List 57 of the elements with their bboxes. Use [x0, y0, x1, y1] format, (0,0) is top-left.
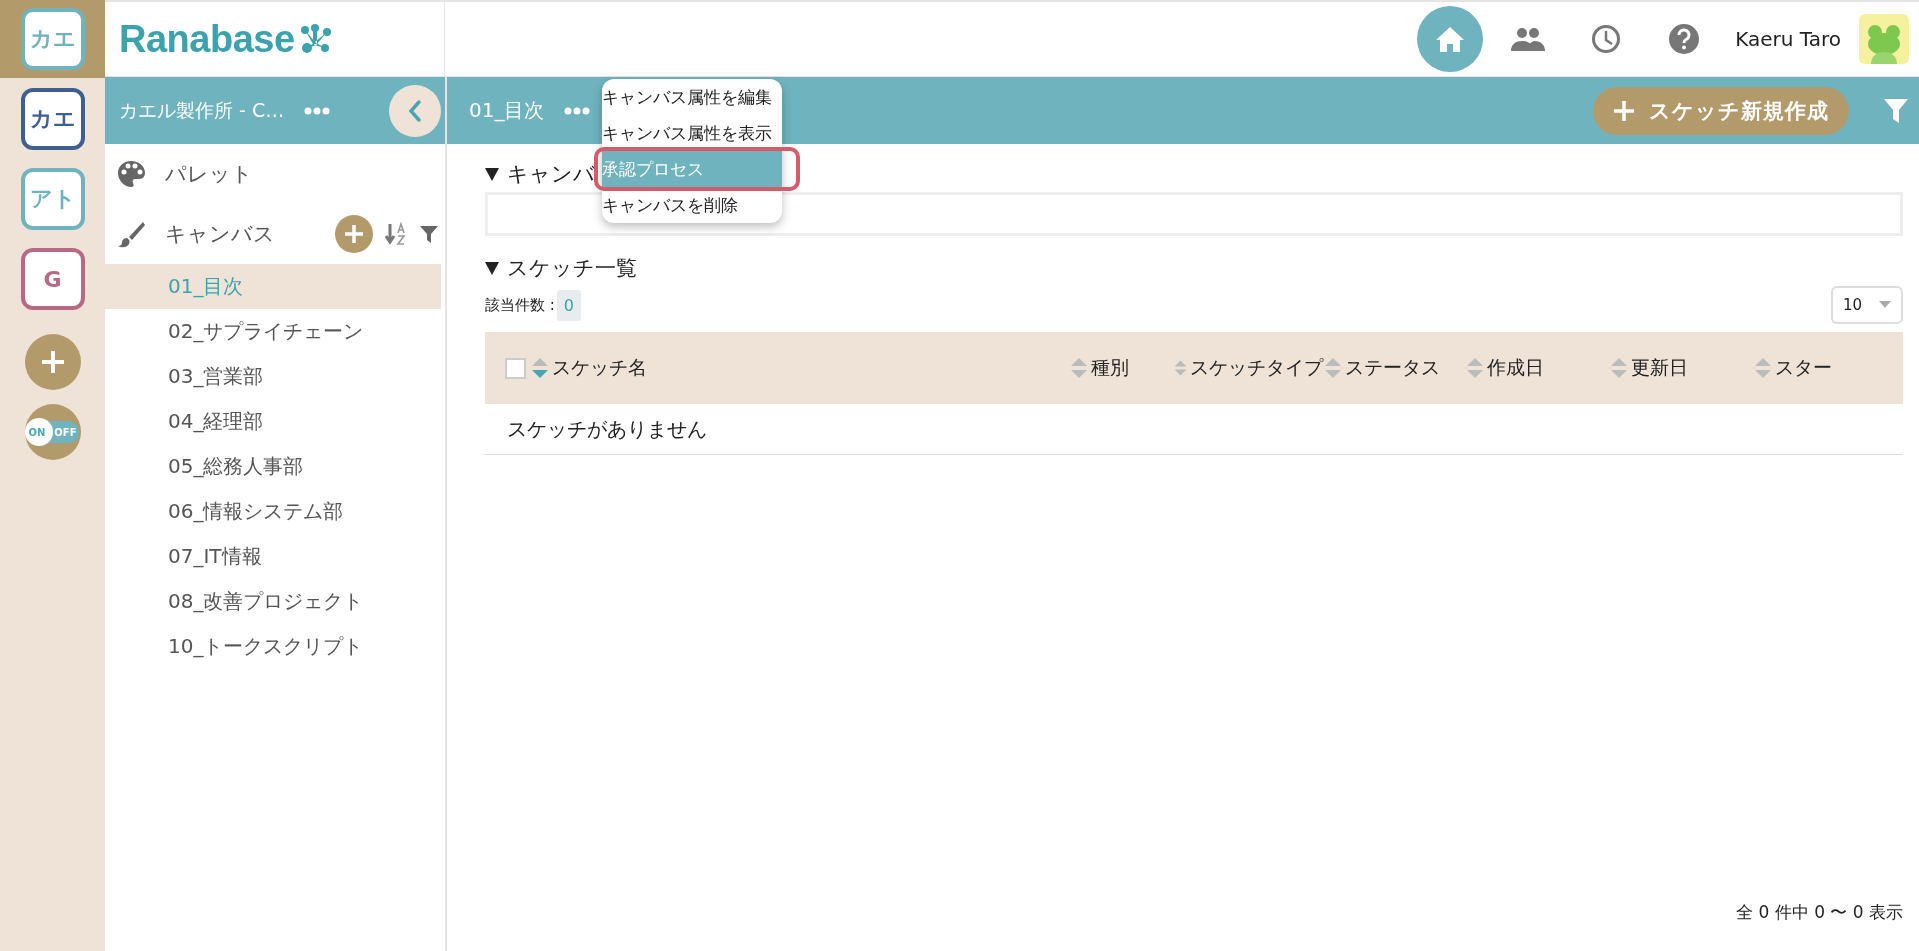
- logo-text: Ranabase: [119, 17, 295, 61]
- column-header[interactable]: スケッチ名: [552, 355, 647, 381]
- select-all-checkbox[interactable]: [505, 357, 526, 379]
- palette-link[interactable]: パレット: [165, 160, 253, 188]
- collapse-button[interactable]: [389, 84, 441, 137]
- more-icon: [304, 106, 331, 115]
- off-label: OFF: [53, 426, 78, 438]
- menu-item[interactable]: キャンバス属性を編集: [602, 79, 782, 115]
- on-label: ON: [27, 426, 47, 438]
- canvas-item[interactable]: 02_サプライチェーン: [105, 309, 441, 354]
- page-size-select[interactable]: 10: [1831, 286, 1903, 324]
- organization-title: カエル製作所 - C…: [119, 97, 285, 123]
- brush-icon: [117, 220, 145, 248]
- filter-icon[interactable]: [419, 224, 439, 244]
- palette-icon: [117, 160, 145, 188]
- column-header[interactable]: スター: [1775, 355, 1832, 381]
- add-canvas-button[interactable]: [335, 215, 373, 253]
- pagination-info: 全 0 件中 0 〜 0 表示: [1736, 901, 1903, 924]
- home-icon: [1435, 25, 1466, 53]
- section-title: キャンバ: [507, 161, 595, 188]
- canvas-title: 01_目次: [469, 97, 545, 124]
- caret-icon: [1879, 301, 1891, 309]
- more-icon: [564, 106, 591, 115]
- expand-icon[interactable]: [485, 167, 499, 181]
- column-header[interactable]: スケッチタイプ: [1190, 355, 1323, 381]
- section-title: スケッチ一覧: [507, 255, 637, 282]
- canvas-item[interactable]: 10_トークスクリプト: [105, 624, 441, 669]
- workspace-tile[interactable]: カエ: [20, 88, 85, 150]
- canvas-item[interactable]: 03_営業部: [105, 354, 441, 399]
- column-header[interactable]: 更新日: [1631, 355, 1688, 381]
- avatar-icon[interactable]: [1859, 14, 1909, 64]
- canvas-item[interactable]: 08_改善プロジェクト: [105, 579, 441, 624]
- menu-item[interactable]: キャンバスを削除: [602, 187, 782, 223]
- help-icon: [1668, 23, 1701, 55]
- filter-icon[interactable]: [1883, 96, 1909, 125]
- expand-icon[interactable]: [485, 261, 499, 275]
- count-badge: 0: [556, 289, 581, 321]
- column-header[interactable]: 種別: [1091, 355, 1129, 381]
- workspace-tile[interactable]: G: [20, 248, 85, 310]
- user-name[interactable]: Kaeru Taro: [1735, 27, 1841, 51]
- canvas-item[interactable]: 05_総務人事部: [105, 444, 441, 489]
- clock-icon: [1591, 24, 1622, 54]
- plus-icon: [1613, 99, 1635, 122]
- sort-icon[interactable]: [530, 356, 550, 380]
- people-icon: [1511, 27, 1546, 51]
- canvas-item[interactable]: 06_情報システム部: [105, 489, 441, 534]
- canvas-heading: キャンバス: [165, 221, 275, 248]
- plus-icon: [343, 223, 365, 245]
- empty-message: スケッチがありません: [507, 415, 707, 443]
- sort-icon[interactable]: [385, 222, 407, 246]
- canvas-item[interactable]: 07_IT情報: [105, 534, 441, 579]
- canvas-item[interactable]: 04_経理部: [105, 399, 441, 444]
- column-header[interactable]: 作成日: [1487, 355, 1544, 381]
- menu-item[interactable]: キャンバス属性を表示: [602, 115, 782, 151]
- chevron-left-icon: [407, 98, 423, 123]
- column-header[interactable]: ステータス: [1345, 355, 1440, 381]
- count-label: 該当件数 :: [485, 295, 555, 315]
